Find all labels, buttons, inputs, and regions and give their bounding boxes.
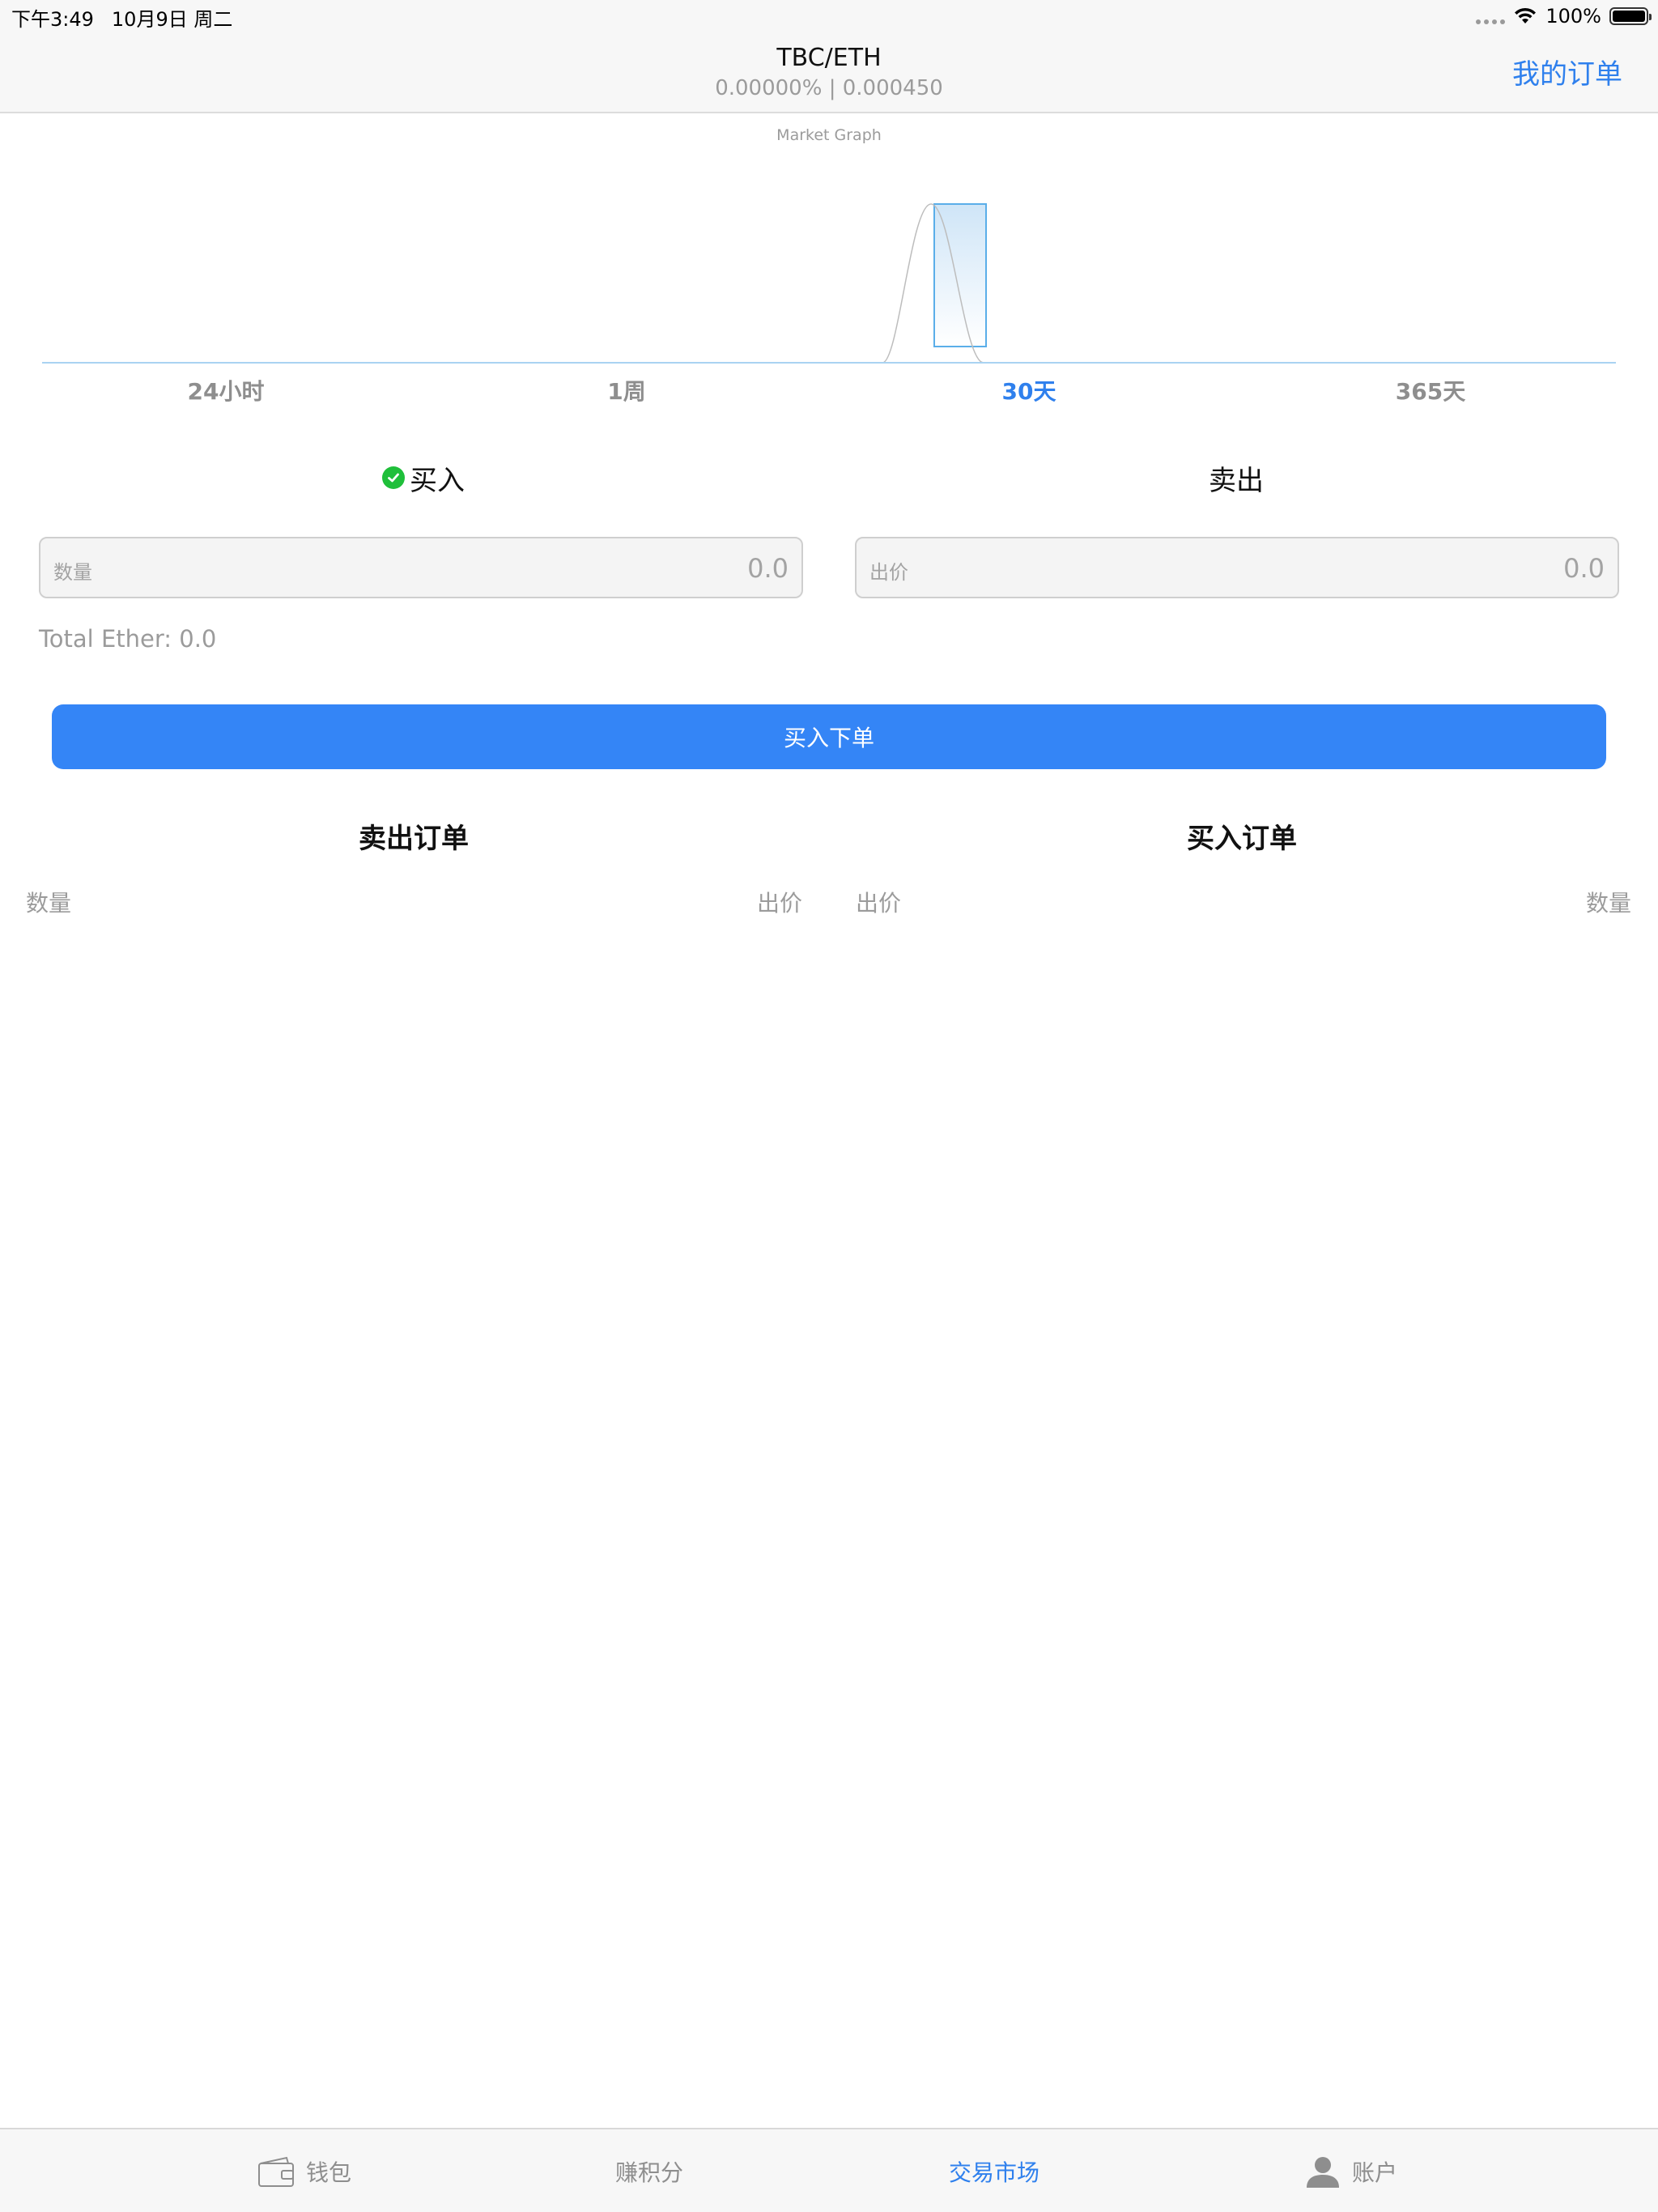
quantity-input[interactable] (546, 550, 789, 587)
price-label: 出价 (869, 561, 908, 584)
tab-bar: 钱包 赚积分 交易市场 账户 (0, 2128, 1658, 2212)
range-tabs: 24小时 1周 30天 365天 (0, 374, 1658, 406)
battery-icon (1609, 7, 1652, 25)
status-time: 下午3:49 (11, 8, 94, 31)
sell-orders-quantity-header: 数量 (26, 890, 72, 917)
chart-caption: Market Graph (776, 126, 882, 144)
price-field: 出价 (855, 537, 1619, 598)
range-tab-24h[interactable]: 24小时 (104, 374, 347, 406)
person-icon (1307, 2157, 1339, 2188)
range-tab-30d[interactable]: 30天 (908, 374, 1150, 406)
price-input[interactable] (1362, 550, 1605, 587)
wallet-icon (258, 2156, 294, 2187)
sell-segment[interactable]: 卖出 (993, 457, 1479, 498)
sell-orders-price-header: 出价 (757, 890, 803, 917)
status-indicators: 100% (1476, 2, 1652, 31)
tab-market[interactable]: 交易市场 (787, 2129, 1201, 2212)
tab-account-label: 账户 (1352, 2159, 1398, 2186)
chart-bar (933, 203, 987, 347)
status-date: 10月9日 周二 (111, 8, 233, 31)
status-time-date: 下午3:49 10月9日 周二 (11, 3, 250, 32)
buy-orders-title: 买入订单 (1187, 823, 1297, 855)
tab-earn-points-label: 赚积分 (614, 2159, 683, 2186)
buy-orders-price-header: 出价 (856, 890, 902, 917)
page-subtitle: 0.00000% | 0.000450 (715, 76, 943, 100)
place-buy-order-button[interactable]: 买入下单 (52, 704, 1606, 769)
page-title: TBC/ETH (776, 44, 882, 72)
quantity-label: 数量 (53, 561, 92, 584)
tab-market-label: 交易市场 (948, 2159, 1039, 2186)
sell-orders-title: 卖出订单 (359, 823, 469, 855)
quantity-field: 数量 (39, 537, 803, 598)
tab-account[interactable]: 账户 (1244, 2129, 1658, 2212)
battery-percent: 100% (1545, 5, 1601, 28)
tab-wallet-label: 钱包 (306, 2159, 352, 2186)
wifi-icon (1515, 7, 1537, 23)
my-orders-button[interactable]: 我的订单 (1512, 52, 1622, 91)
buy-segment[interactable]: 买入 (181, 457, 666, 498)
range-tab-1w[interactable]: 1周 (505, 374, 748, 406)
navigation-bar: TBC/ETH 0.00000% | 0.000450 我的订单 (0, 32, 1658, 113)
status-bar: 下午3:49 10月9日 周二 100% (0, 0, 1658, 32)
buy-label: 买入 (410, 464, 465, 497)
cellular-signal-icon (1476, 8, 1506, 24)
market-graph (42, 203, 1616, 364)
checkmark-icon (382, 466, 405, 489)
buy-orders-quantity-header: 数量 (1586, 890, 1632, 917)
sell-label: 卖出 (1209, 464, 1264, 497)
total-ether: Total Ether: 0.0 (39, 625, 217, 653)
range-tab-365d[interactable]: 365天 (1309, 374, 1552, 406)
